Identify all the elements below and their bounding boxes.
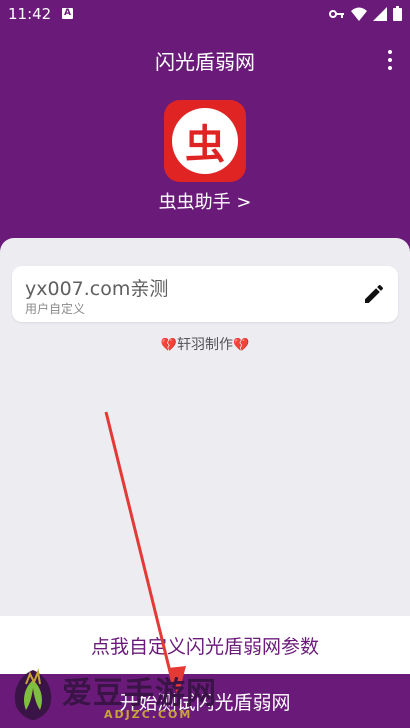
pencil-icon[interactable] <box>362 282 386 306</box>
menu-dot-icon <box>388 58 392 62</box>
status-time: 11:42 <box>8 5 52 23</box>
key-icon <box>329 9 344 18</box>
status-bar: 11:42 A <box>0 0 410 30</box>
menu-dot-icon <box>388 50 392 54</box>
custom-value-card[interactable]: yx007.com亲测 用户自定义 <box>12 266 398 322</box>
broken-heart-icon: 💔 <box>160 338 177 353</box>
custom-value-hint: 用户自定义 <box>25 302 86 316</box>
overflow-menu-button[interactable] <box>384 50 396 70</box>
credit-line: 💔轩羽制作💔 <box>0 334 410 354</box>
signal-icon <box>373 6 387 21</box>
app-logo: 虫 <box>164 100 246 182</box>
logo-glyph: 虫 <box>172 108 238 174</box>
menu-dot-icon <box>388 66 392 70</box>
broken-heart-icon: 💔 <box>233 338 250 353</box>
start-test-button[interactable]: 开始测试闪光盾弱网 <box>0 674 410 728</box>
battery-icon <box>393 6 402 21</box>
notification-badge: A <box>62 8 73 19</box>
status-icons <box>329 6 402 21</box>
wifi-icon <box>351 7 367 21</box>
credit-text: 轩羽制作 <box>177 337 233 353</box>
customize-params-button[interactable]: 点我自定义闪光盾弱网参数 <box>0 616 410 674</box>
helper-link[interactable]: 虫虫助手 > <box>0 188 410 214</box>
custom-value-text: yx007.com亲测 <box>25 278 169 300</box>
app-title: 闪光盾弱网 <box>155 50 255 74</box>
